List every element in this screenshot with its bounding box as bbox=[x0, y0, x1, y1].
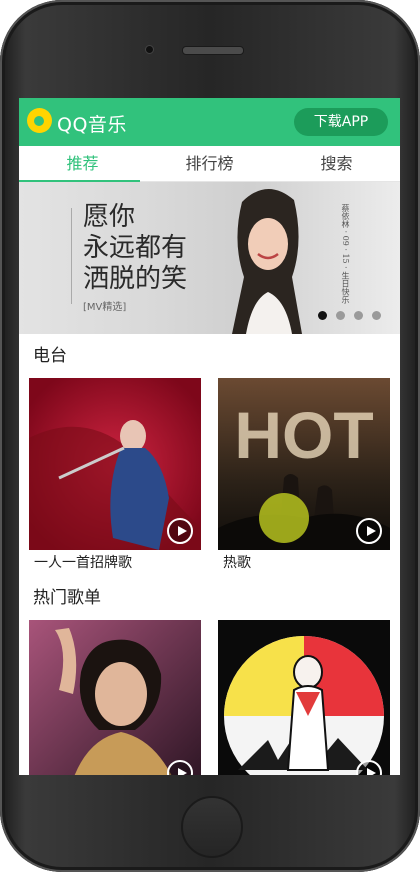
radio-card[interactable]: HOT 热歌 bbox=[218, 378, 390, 576]
playlist-cover[interactable] bbox=[29, 620, 201, 775]
phone-frame: QQ音乐 下载APP 推荐 排行榜 搜索 愿你 永远都有 洒脱的笑 [MV精选] bbox=[0, 0, 420, 872]
svg-text:HOT: HOT bbox=[234, 398, 373, 472]
carousel-dot[interactable] bbox=[336, 311, 345, 320]
banner-line-3: 洒脱的笑 bbox=[83, 264, 188, 294]
tab-bar: 推荐 排行榜 搜索 bbox=[19, 146, 400, 182]
radio-card-label: 一人一首招牌歌 bbox=[34, 555, 132, 571]
speaker-grille bbox=[182, 46, 244, 55]
radio-card-label: 热歌 bbox=[223, 555, 251, 571]
cover-art-playlist-2 bbox=[218, 620, 390, 775]
play-icon[interactable] bbox=[167, 518, 193, 544]
tab-charts[interactable]: 排行榜 bbox=[146, 146, 273, 181]
tab-search[interactable]: 搜索 bbox=[273, 146, 400, 181]
playlist-card[interactable] bbox=[218, 620, 390, 775]
qq-music-logo-icon[interactable] bbox=[27, 108, 52, 133]
radio-card[interactable]: 一人一首招牌歌 bbox=[29, 378, 201, 576]
top-bar: QQ音乐 下载APP bbox=[19, 98, 400, 146]
section-title-radio: 电台 bbox=[33, 346, 67, 366]
section-title-hot-playlists: 热门歌单 bbox=[33, 588, 101, 608]
download-app-button[interactable]: 下载APP bbox=[294, 108, 388, 136]
camera-icon bbox=[145, 45, 154, 54]
playlist-grid bbox=[19, 620, 400, 775]
home-button[interactable] bbox=[181, 796, 243, 858]
carousel-dots bbox=[318, 311, 381, 320]
promo-banner[interactable]: 愿你 永远都有 洒脱的笑 [MV精选] 蔡依林 · 09 · 15 · 生日快乐 bbox=[19, 182, 400, 334]
carousel-dot[interactable] bbox=[354, 311, 363, 320]
carousel-dot[interactable] bbox=[372, 311, 381, 320]
banner-tag: [MV精选] bbox=[83, 302, 127, 313]
banner-side-text: 蔡依林 · 09 · 15 · 生日快乐 bbox=[341, 204, 350, 304]
tab-recommend[interactable]: 推荐 bbox=[19, 146, 146, 181]
app-brand: QQ音乐 bbox=[57, 114, 127, 136]
playlist-card[interactable] bbox=[29, 620, 201, 775]
singer-portrait bbox=[232, 188, 302, 334]
playlist-cover[interactable] bbox=[218, 620, 390, 775]
banner-headline: 愿你 永远都有 洒脱的笑 bbox=[83, 202, 187, 295]
radio-grid: 一人一首招牌歌 HOT 热歌 bbox=[19, 378, 400, 576]
app-screen: QQ音乐 下载APP 推荐 排行榜 搜索 愿你 永远都有 洒脱的笑 [MV精选] bbox=[19, 98, 400, 775]
banner-line-2: 永远都有 bbox=[83, 233, 188, 263]
play-icon[interactable] bbox=[356, 518, 382, 544]
cover-art-playlist-1 bbox=[29, 620, 201, 775]
banner-divider bbox=[71, 208, 72, 304]
radio-cover[interactable]: HOT bbox=[218, 378, 390, 550]
carousel-dot[interactable] bbox=[318, 311, 327, 320]
radio-cover[interactable] bbox=[29, 378, 201, 550]
banner-line-1: 愿你 bbox=[83, 202, 136, 232]
